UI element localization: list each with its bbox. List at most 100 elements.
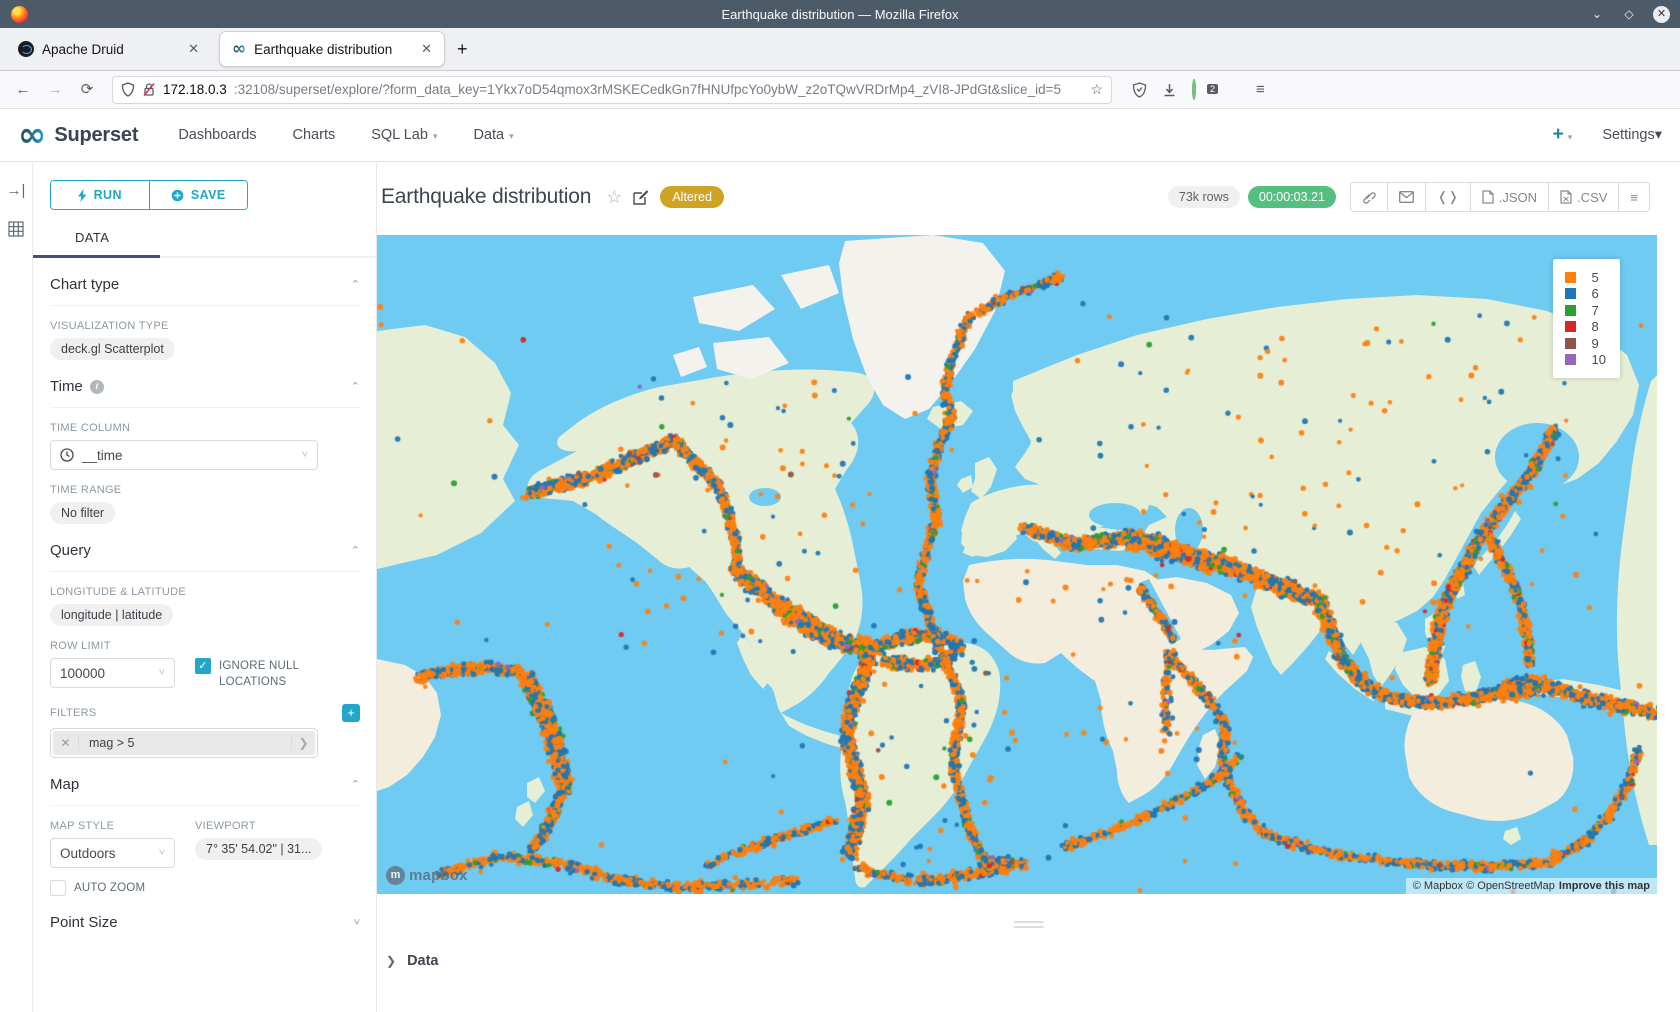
copy-link-button[interactable] [1351, 183, 1387, 211]
section-header[interactable]: Time i ⌃ [50, 378, 360, 408]
bookmark-star-icon[interactable]: ☆ [1090, 81, 1103, 98]
data-results-collapse[interactable]: ❯ Data [377, 931, 1680, 969]
legend-label: 6 [1592, 286, 1599, 301]
url-path: :32108/superset/explore/?form_data_key=1… [234, 82, 1084, 97]
section-header[interactable]: Chart type ⌃ [50, 276, 360, 306]
viewport-value[interactable]: 7° 35' 54.02" | 31... [195, 838, 322, 860]
legend-item[interactable]: 9 [1565, 335, 1606, 352]
back-button[interactable]: ← [10, 77, 36, 103]
expand-datasource-icon[interactable]: →| [7, 182, 26, 199]
new-tab-button[interactable]: + [457, 39, 468, 60]
export-csv-button[interactable]: .CSV [1548, 183, 1618, 211]
save-button[interactable]: SAVE [149, 181, 248, 209]
tab-apache-druid[interactable]: Apache Druid ✕ [6, 31, 211, 67]
improve-map-link[interactable]: Improve this map [1559, 880, 1650, 892]
nav-dashboards[interactable]: Dashboards [178, 127, 256, 143]
panel-tabs: DATA [33, 226, 376, 258]
tab-data[interactable]: DATA [75, 230, 109, 245]
checkbox-checked-icon[interactable]: ✓ [195, 658, 211, 674]
time-range-value[interactable]: No filter [50, 502, 115, 524]
section-query: Query ⌃ LONGITUDE & LATITUDE longitude |… [50, 524, 360, 758]
tracking-protection-shield-icon[interactable] [121, 82, 135, 97]
pocket-shield-icon[interactable] [1132, 82, 1147, 98]
legend-label: 5 [1592, 270, 1599, 285]
legend-item[interactable]: 5 [1565, 269, 1606, 286]
viz-type-value[interactable]: deck.gl Scatterplot [50, 338, 175, 360]
edit-properties-icon[interactable] [633, 189, 649, 205]
nav-charts[interactable]: Charts [293, 127, 336, 143]
section-header[interactable]: Point Size ˅ [50, 914, 360, 943]
superset-navbar: ∞ Superset Dashboards Charts SQL Lab▾ Da… [0, 109, 1680, 162]
chevron-up-icon: ⌃ [351, 278, 360, 291]
filter-value[interactable]: mag > 5 [79, 736, 291, 750]
tab-earthquake-distribution[interactable]: ∞ Earthquake distribution ✕ [219, 31, 445, 67]
row-count-badge: 73k rows [1168, 186, 1240, 208]
legend-item[interactable]: 10 [1565, 352, 1606, 369]
time-range-label: TIME RANGE [50, 484, 360, 496]
legend-label: 8 [1592, 319, 1599, 334]
new-item-button[interactable]: +▾ [1553, 124, 1573, 146]
caret-down-icon: ▾ [1568, 132, 1573, 142]
control-panel: RUN SAVE DATA Chart type ⌃ VISUALIZATION… [33, 162, 377, 1012]
tab-close-icon[interactable]: ✕ [186, 41, 201, 57]
legend-swatch-icon [1565, 272, 1576, 283]
druid-favicon-icon [18, 41, 34, 57]
checkbox-unchecked-icon[interactable] [50, 880, 66, 896]
embed-code-button[interactable]: ❬❭ [1425, 183, 1470, 211]
viewport-label: VIEWPORT [195, 820, 327, 832]
map-attribution[interactable]: © Mapbox © OpenStreetMapImprove this map [1406, 878, 1657, 894]
section-map: Map ⌃ MAP STYLE Outdoors ˅ AUTO ZOOM V [50, 758, 360, 896]
forward-button[interactable]: → [42, 77, 68, 103]
superset-favicon-icon: ∞ [232, 41, 246, 57]
more-options-icon[interactable]: ≡ [1618, 183, 1649, 211]
altered-badge[interactable]: Altered [660, 186, 724, 208]
window-title: Earthquake distribution — Mozilla Firefo… [0, 7, 1680, 22]
filter-item[interactable]: ✕ mag > 5 ❯ [53, 731, 315, 755]
settings-menu[interactable]: Settings▾ [1602, 127, 1662, 143]
filters-container: ✕ mag > 5 ❯ [50, 728, 318, 758]
email-share-button[interactable] [1387, 183, 1425, 211]
section-header[interactable]: Query ⌃ [50, 542, 360, 572]
superset-logo-icon[interactable]: ∞ [18, 120, 46, 150]
close-button[interactable]: ✕ [1653, 6, 1670, 23]
maximize-button[interactable]: ◇ [1621, 7, 1637, 21]
menu-icon[interactable]: ≡ [1256, 81, 1265, 98]
lonlat-value[interactable]: longitude | latitude [50, 604, 173, 626]
chevron-down-icon: ˅ [159, 667, 165, 679]
tab-close-icon[interactable]: ✕ [419, 41, 434, 57]
resize-drag-handle[interactable] [1014, 921, 1044, 928]
extension-green-icon[interactable] [1192, 81, 1196, 98]
legend-item[interactable]: 8 [1565, 319, 1606, 336]
remove-filter-icon[interactable]: ✕ [53, 736, 79, 750]
legend-item[interactable]: 6 [1565, 286, 1606, 303]
reload-button[interactable]: ⟳ [74, 77, 100, 103]
insecure-lock-icon[interactable] [142, 82, 156, 97]
chevron-down-icon: ˅ [302, 449, 308, 461]
time-column-select[interactable]: __time ˅ [50, 440, 318, 470]
legend-swatch-icon [1565, 288, 1576, 299]
section-header[interactable]: Map ⌃ [50, 776, 360, 806]
chart-panel: Earthquake distribution ☆ Altered 73k ro… [377, 162, 1680, 1012]
export-json-button[interactable]: .JSON [1470, 183, 1548, 211]
downloads-icon[interactable] [1162, 82, 1177, 98]
legend-item[interactable]: 7 [1565, 302, 1606, 319]
ignore-null-checkbox-row[interactable]: ✓ IGNORE NULL LOCATIONS [195, 658, 325, 690]
map-style-select[interactable]: Outdoors ˅ [50, 838, 175, 868]
auto-zoom-checkbox-row[interactable]: AUTO ZOOM [50, 880, 175, 896]
dataset-grid-icon[interactable] [8, 221, 24, 237]
row-limit-select[interactable]: 100000 ˅ [50, 658, 175, 688]
nav-data[interactable]: Data▾ [473, 127, 513, 143]
mapbox-logo[interactable]: m mapbox [386, 866, 468, 885]
query-duration-badge: 00:00:03.21 [1248, 186, 1336, 208]
clock-icon [60, 448, 74, 462]
tab-label: Earthquake distribution [254, 42, 411, 57]
favorite-star-icon[interactable]: ☆ [606, 187, 622, 208]
deckgl-scatter-map[interactable]: 5678910 m mapbox © Mapbox © OpenStreetMa… [377, 235, 1657, 894]
minimize-button[interactable]: ⌄ [1589, 7, 1605, 21]
url-bar[interactable]: 172.18.0.3:32108/superset/explore/?form_… [112, 76, 1112, 104]
nav-sql-lab[interactable]: SQL Lab▾ [371, 127, 437, 143]
run-button[interactable]: RUN [51, 181, 149, 209]
add-filter-button[interactable]: + [342, 704, 360, 722]
superset-brand[interactable]: Superset [54, 124, 138, 147]
chevron-right-icon[interactable]: ❯ [291, 736, 315, 750]
